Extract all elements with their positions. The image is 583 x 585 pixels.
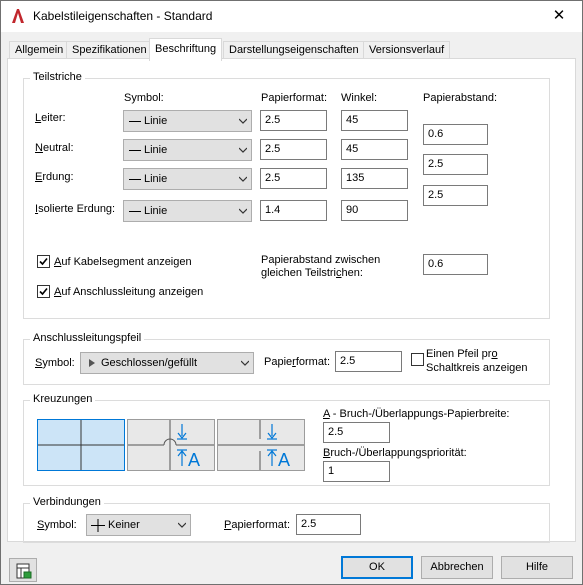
label-verbindungen-papierformat: Papierformat: (224, 519, 291, 531)
crossing-break-icon (218, 420, 304, 470)
chevron-down-icon (239, 118, 247, 124)
isolierte-erdung-symbol-select[interactable]: Linie (123, 200, 252, 222)
style-preview-button[interactable] (9, 558, 37, 582)
papierabstand-input-1[interactable]: 0.6 (423, 124, 488, 145)
label-abstand-zwischen-1: Papierabstand zwischen (261, 254, 381, 266)
help-button[interactable]: Hilfe (501, 556, 573, 579)
title-bar: Kabelstileigenschaften - Standard ✕ (1, 1, 582, 32)
bruch-prioritaet-input[interactable]: 1 (323, 461, 390, 482)
ok-button[interactable]: OK (341, 556, 413, 579)
checkbox-kabelsegment[interactable] (37, 255, 50, 268)
leiter-symbol-select[interactable]: Linie (123, 110, 252, 132)
isolierte-erdung-papierformat-input[interactable]: 1.4 (260, 200, 327, 221)
label-pfeil-pro-1: Einen Pfeil pro (426, 348, 498, 360)
label-anschluss-papierformat: Papierformat: (264, 356, 331, 368)
close-icon[interactable]: ✕ (546, 5, 572, 27)
leiter-winkel-input[interactable]: 45 (341, 110, 408, 131)
line-symbol-icon (129, 211, 141, 212)
chevron-down-icon (239, 208, 247, 214)
verbindungen-papierformat-input[interactable]: 2.5 (296, 514, 361, 535)
crossing-none-icon (38, 420, 124, 470)
dialog-window: Kabelstileigenschaften - Standard ✕ Allg… (0, 0, 583, 585)
autocad-app-icon (12, 9, 24, 23)
header-winkel: Winkel: (341, 92, 378, 104)
cancel-button[interactable]: Abbrechen (421, 556, 493, 579)
group-kreuzungen-legend: Kreuzungen (30, 393, 96, 405)
checkbox-anschlussleitung[interactable] (37, 285, 50, 298)
chevron-down-icon (239, 147, 247, 153)
checkmark-icon (39, 287, 48, 296)
label-verbindungen-symbol: Symbol: (37, 519, 77, 531)
chevron-down-icon (241, 360, 249, 366)
group-anschluss-legend: Anschlussleitungspfeil (30, 332, 145, 344)
papierabstand-input-2[interactable]: 2.5 (423, 154, 488, 175)
label-bruch-prioritaet: Bruch-/Überlappungspriorität: (323, 447, 467, 459)
neutral-winkel-input[interactable]: 45 (341, 139, 408, 160)
erdung-symbol-select[interactable]: Linie (123, 168, 252, 190)
verbindungen-symbol-select[interactable]: Keiner (86, 514, 191, 536)
anschluss-symbol-select[interactable]: Geschlossen/gefüllt (80, 352, 254, 374)
label-leiter: Leiter: (35, 112, 66, 124)
group-verbindungen-legend: Verbindungen (30, 496, 104, 508)
line-symbol-icon (129, 179, 141, 180)
label-neutral: Neutral: (35, 142, 74, 154)
crossing-bridge-icon (128, 420, 214, 470)
erdung-winkel-input[interactable]: 135 (341, 168, 408, 189)
header-papierabstand: Papierabstand: (423, 92, 497, 104)
label-anschlussleitung: Auf Anschlussleitung anzeigen (54, 286, 204, 298)
label-erdung: Erdung: (35, 171, 74, 183)
isolierte-erdung-winkel-input[interactable]: 90 (341, 200, 408, 221)
arrow-filled-icon (89, 359, 95, 367)
label-anschluss-symbol: Symbol: (35, 357, 75, 369)
label-kabelsegment: Auf Kabelsegment anzeigen (54, 256, 192, 268)
chevron-down-icon (239, 176, 247, 182)
tab-beschriftung[interactable]: Beschriftung (149, 38, 223, 61)
anschluss-papierformat-input[interactable]: 2.5 (335, 351, 402, 372)
label-bruch-papierbreite: A - Bruch-/Überlappungs-Papierbreite: (323, 408, 510, 420)
header-symbol: Symbol: (124, 92, 164, 104)
preview-letter-a: A (188, 450, 201, 470)
window-title: Kabelstileigenschaften - Standard (33, 9, 213, 23)
bruch-papierbreite-input[interactable]: 2.5 (323, 422, 390, 443)
kreuzung-option-bogen[interactable]: A (127, 419, 215, 471)
neutral-papierformat-input[interactable]: 2.5 (260, 139, 327, 160)
chevron-down-icon (178, 522, 186, 528)
line-symbol-icon (129, 121, 141, 122)
line-symbol-icon (129, 150, 141, 151)
kreuzung-option-none[interactable] (37, 419, 125, 471)
neutral-symbol-select[interactable]: Linie (123, 139, 252, 161)
papierabstand-input-3[interactable]: 2.5 (423, 185, 488, 206)
header-papierformat: Papierformat: (261, 92, 328, 104)
no-junction-icon (91, 519, 105, 532)
checkmark-icon (39, 257, 48, 266)
label-pfeil-pro-2: Schaltkreis anzeigen (426, 362, 528, 374)
tab-bar: Allgemein Spezifikationen Beschriftung D… (1, 32, 582, 61)
label-isolierte-erdung: Isolierte Erdung: (35, 203, 116, 215)
table-preview-icon (16, 563, 32, 579)
leiter-papierformat-input[interactable]: 2.5 (260, 110, 327, 131)
group-teilstriche-legend: Teilstriche (30, 71, 85, 83)
kreuzung-option-unterbrochen[interactable]: A (217, 419, 305, 471)
label-abstand-zwischen-2: gleichen Teilstrichen: (261, 267, 363, 279)
preview-letter-a: A (278, 450, 291, 470)
erdung-papierformat-input[interactable]: 2.5 (260, 168, 327, 189)
checkbox-pfeil-pro-schaltkreis[interactable] (411, 353, 424, 366)
abstand-zwischen-input[interactable]: 0.6 (423, 254, 488, 275)
